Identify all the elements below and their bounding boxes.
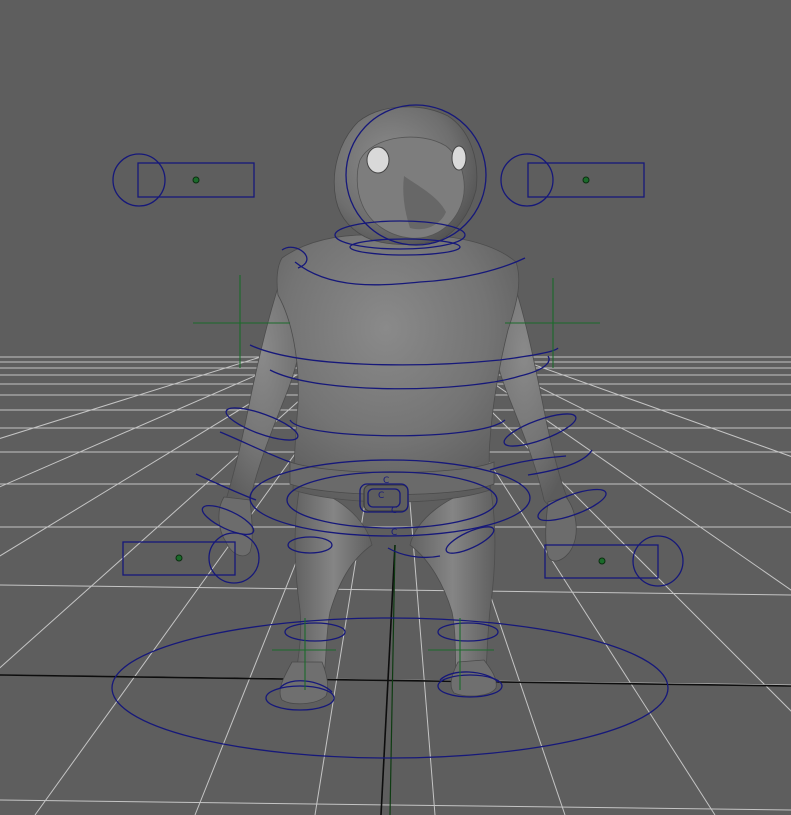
pelvis-label-2: C (378, 491, 384, 501)
right-hand-pivot[interactable] (598, 557, 606, 565)
scene-canvas[interactable]: C C C C (0, 0, 791, 815)
left-hand-pivot[interactable] (175, 554, 183, 562)
pelvis-label-3: C (391, 506, 397, 516)
left-eye-mesh (366, 146, 390, 174)
left-eye-pivot[interactable] (192, 176, 200, 184)
3d-viewport[interactable]: C C C C (0, 0, 791, 815)
torso-mesh (276, 234, 520, 503)
pelvis-label-4: C (391, 528, 397, 538)
right-eye-pivot[interactable] (582, 176, 590, 184)
right-eye-mesh (451, 145, 467, 171)
pelvis-label-1: C (383, 476, 389, 486)
